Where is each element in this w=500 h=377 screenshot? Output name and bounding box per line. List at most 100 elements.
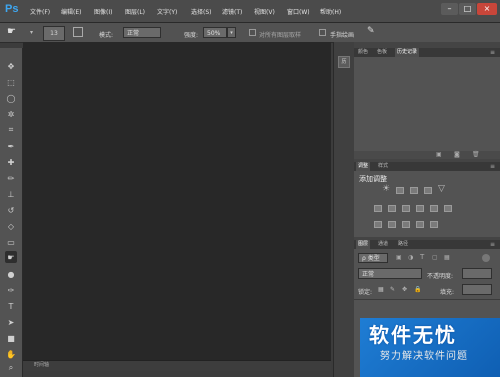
maximize-button[interactable]: □ (459, 3, 476, 15)
eraser-tool-icon[interactable]: ◇ (5, 220, 17, 232)
fill-label: 填充: (440, 289, 455, 296)
filter-type-icon[interactable]: T (420, 253, 424, 261)
close-button[interactable]: × (477, 3, 497, 15)
invert-icon[interactable] (374, 221, 382, 228)
menu-select[interactable]: 选择(S) (191, 7, 212, 16)
options-bar: ☛ ▾ 13 模式: 正常 强度: 50% ▾ 对所有图层取样 手指绘画 ✎ (0, 23, 500, 43)
snapshot-icon[interactable]: ▣ (436, 151, 442, 158)
history-dock-label: 历 (341, 59, 347, 65)
history-dock-icon[interactable]: 历 (338, 56, 350, 68)
lock-all-icon[interactable]: 🔒 (414, 286, 421, 293)
tab-swatches[interactable]: 色板 (375, 48, 389, 57)
black-white-icon[interactable] (402, 205, 410, 212)
history-panel-footer: ▣ ◙ 🗑 (354, 151, 500, 159)
color-balance-icon[interactable] (388, 205, 396, 212)
magic-wand-tool-icon[interactable]: ✲ (5, 108, 17, 120)
adjustments-panel-tabs: 调整 样式 ≡ (354, 162, 500, 171)
dodge-tool-icon[interactable]: ● (5, 268, 17, 280)
chevron-down-icon[interactable]: ▾ (30, 29, 33, 36)
menu-file[interactable]: 文件(F) (30, 7, 50, 16)
menu-type[interactable]: 文字(Y) (157, 7, 177, 16)
menu-image[interactable]: 图像(I) (94, 7, 112, 16)
finger-paint-checkbox[interactable] (319, 29, 326, 36)
brush-tool-icon[interactable]: ✏ (5, 172, 17, 184)
history-panel-tabs: 颜色 色板 历史记录 ≡ (354, 48, 500, 57)
threshold-icon[interactable] (402, 221, 410, 228)
lasso-tool-icon[interactable]: ◯ (5, 92, 17, 104)
blend-mode-value: 正常 (362, 271, 375, 278)
filter-shape-icon[interactable]: ▢ (432, 254, 438, 261)
menu-help[interactable]: 帮助(H) (320, 7, 341, 16)
tab-paths[interactable]: 路径 (396, 240, 410, 249)
marquee-tool-icon[interactable]: ⬚ (5, 76, 17, 88)
menu-edit[interactable]: 编辑(E) (61, 7, 81, 16)
strength-input[interactable]: 50% (203, 27, 227, 38)
brush-preset-picker[interactable]: 13 (43, 26, 65, 41)
tab-history[interactable]: 历史记录 (395, 48, 420, 57)
gradient-tool-icon[interactable]: ▭ (5, 236, 17, 248)
mode-label: 模式: (99, 32, 114, 39)
opacity-input[interactable] (462, 268, 492, 279)
timeline-tab[interactable]: 时间轴 (34, 361, 49, 368)
brush-panel-toggle-icon[interactable] (73, 27, 83, 37)
hand-tool-icon[interactable]: ✋ (5, 348, 17, 360)
filter-pixel-icon[interactable]: ▣ (396, 254, 402, 261)
channel-mixer-icon[interactable] (430, 205, 438, 212)
type-tool-icon[interactable]: T (5, 300, 17, 312)
clone-stamp-tool-icon[interactable]: ⊥ (5, 188, 17, 200)
panel-menu-icon[interactable]: ≡ (490, 49, 495, 56)
lock-transparent-icon[interactable]: ▦ (378, 286, 384, 293)
zoom-tool-icon[interactable]: ⌕ (5, 362, 17, 374)
curves-icon[interactable] (410, 187, 418, 194)
hue-saturation-icon[interactable] (374, 205, 382, 212)
lock-position-icon[interactable]: ✥ (402, 286, 407, 293)
tab-layers[interactable]: 图层 (356, 240, 371, 249)
finger-paint-label: 手指绘画 (330, 32, 355, 39)
smudge-tool-icon[interactable]: ☛ (5, 251, 17, 263)
rectangle-tool-icon[interactable]: ■ (5, 332, 17, 344)
sample-all-checkbox[interactable] (249, 29, 256, 36)
minimize-button[interactable]: – (441, 3, 458, 15)
photo-filter-icon[interactable] (416, 205, 424, 212)
layer-filter-select[interactable]: ρ 类型 (358, 253, 388, 263)
trash-icon[interactable]: 🗑 (472, 151, 480, 158)
pressure-icon[interactable]: ✎ (367, 26, 375, 36)
tab-color[interactable]: 颜色 (356, 48, 370, 57)
camera-icon[interactable]: ◙ (454, 151, 460, 158)
filter-smart-object-icon[interactable]: ▦ (444, 254, 450, 261)
lock-image-icon[interactable]: ✎ (390, 286, 395, 293)
path-selection-tool-icon[interactable]: ➤ (5, 316, 17, 328)
blend-mode-select[interactable]: 正常 (358, 268, 422, 279)
menu-view[interactable]: 视图(V) (254, 7, 275, 16)
posterize-icon[interactable] (388, 221, 396, 228)
exposure-icon[interactable] (424, 187, 432, 194)
color-lookup-icon[interactable] (444, 205, 452, 212)
document-canvas[interactable] (23, 42, 331, 360)
move-tool-icon[interactable]: ✥ (5, 60, 17, 72)
mode-select-value: 正常 (127, 30, 140, 37)
tab-channels[interactable]: 通道 (376, 240, 390, 249)
strength-slider-toggle[interactable]: ▾ (227, 27, 236, 38)
brightness-icon[interactable]: ☀ (382, 184, 390, 194)
mode-select[interactable]: 正常 (123, 27, 161, 38)
tab-adjustments[interactable]: 调整 (356, 162, 371, 171)
fill-input[interactable] (462, 284, 492, 295)
tab-styles[interactable]: 样式 (376, 162, 390, 171)
levels-icon[interactable] (396, 187, 404, 194)
menu-layer[interactable]: 图层(L) (125, 7, 145, 16)
eyedropper-tool-icon[interactable]: ✒ (5, 140, 17, 152)
filter-adjustment-icon[interactable]: ◑ (408, 254, 413, 261)
crop-tool-icon[interactable]: ⌗ (5, 124, 17, 136)
pen-tool-icon[interactable]: ✑ (5, 284, 17, 296)
panel-menu-icon[interactable]: ≡ (490, 241, 495, 248)
filter-toggle[interactable] (482, 254, 490, 262)
panel-menu-icon[interactable]: ≡ (490, 163, 495, 170)
healing-brush-tool-icon[interactable]: ✚ (5, 156, 17, 168)
vibrance-icon[interactable]: ▽ (438, 184, 445, 194)
menu-window[interactable]: 窗口(W) (287, 7, 310, 16)
smudge-tool-icon[interactable]: ☛ (7, 26, 16, 37)
selective-color-icon[interactable] (416, 221, 424, 228)
history-brush-tool-icon[interactable]: ↺ (5, 204, 17, 216)
gradient-map-icon[interactable] (430, 221, 438, 228)
menu-filter[interactable]: 滤镜(T) (222, 7, 242, 16)
